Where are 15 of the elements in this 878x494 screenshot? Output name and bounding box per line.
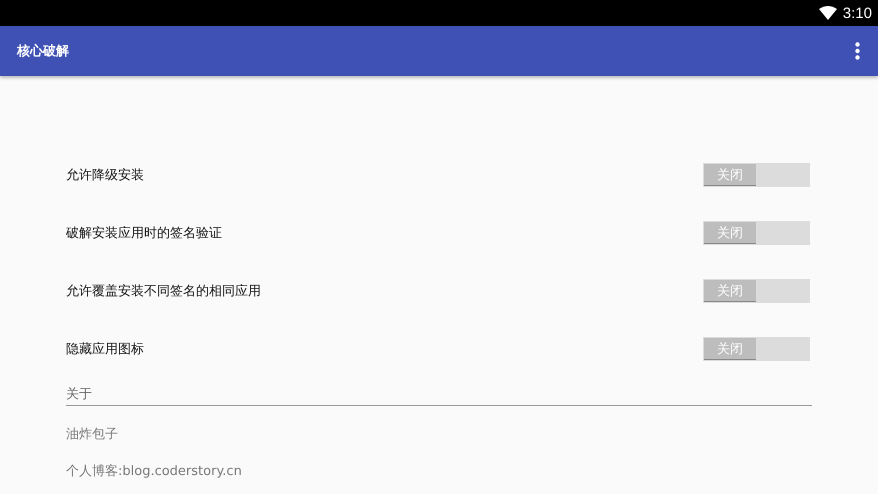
more-options-icon[interactable] <box>855 42 860 60</box>
toggle-switch[interactable]: 关闭 <box>703 221 810 245</box>
setting-label: 允许覆盖安装不同签名的相同应用 <box>66 283 261 300</box>
wifi-icon <box>818 6 837 20</box>
setting-label: 隐藏应用图标 <box>66 341 144 358</box>
setting-label: 破解安装应用时的签名验证 <box>66 225 222 242</box>
toggle-switch[interactable]: 关闭 <box>703 279 810 303</box>
clock-time: 3:10 <box>842 4 872 22</box>
about-text: 油炸包子 <box>66 426 118 443</box>
app-title: 核心破解 <box>17 42 69 60</box>
section-heading: 关于 <box>66 378 812 406</box>
toggle-switch[interactable]: 关闭 <box>703 163 810 187</box>
about-text: 个人博客:blog.coderstory.cn <box>66 463 242 480</box>
toggle-switch[interactable]: 关闭 <box>703 337 810 361</box>
setting-label: 允许降级安装 <box>66 167 144 184</box>
